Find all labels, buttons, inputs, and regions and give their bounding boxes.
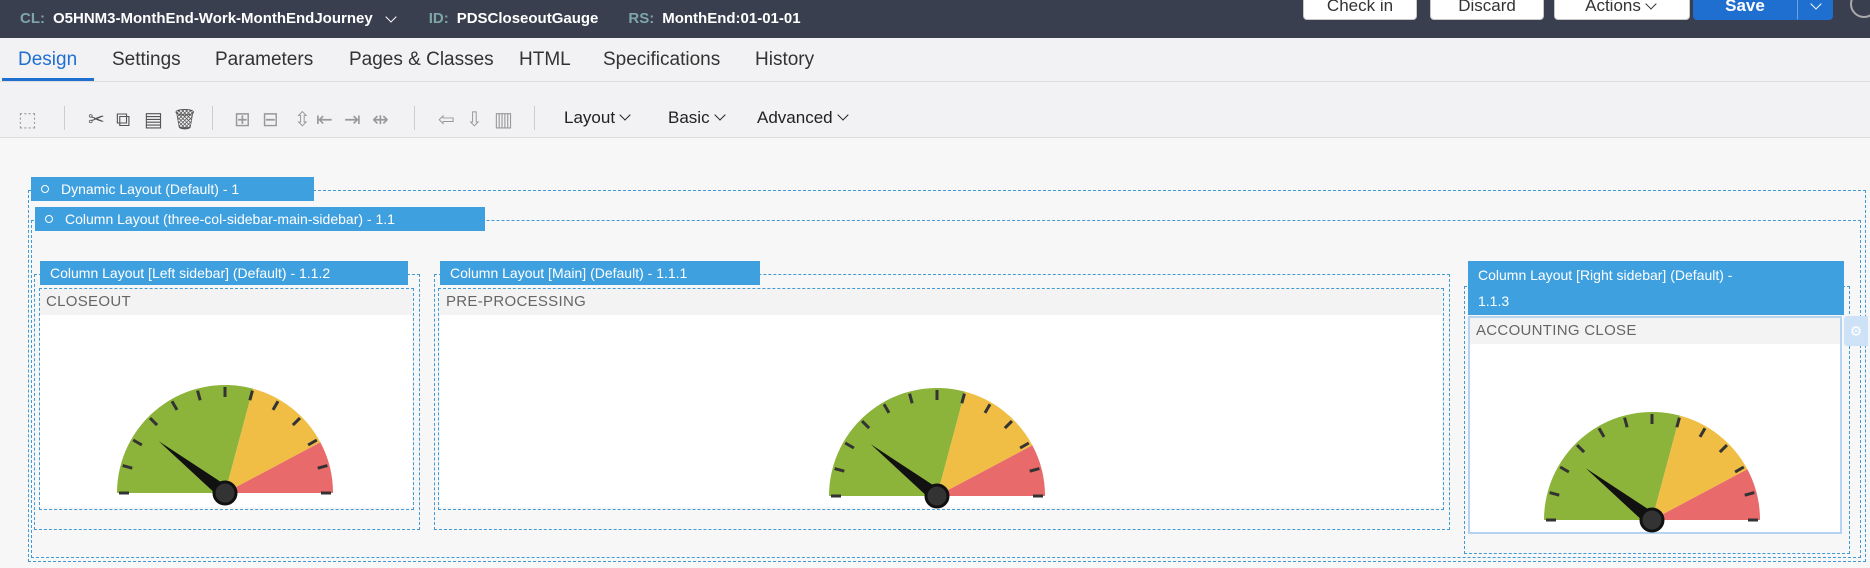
columns-icon[interactable]: ▥ — [494, 110, 513, 130]
closeout-gauge — [117, 384, 333, 506]
id-key: ID: — [428, 10, 449, 27]
tab-bar: Design Settings Parameters Pages & Class… — [0, 38, 1870, 82]
right-sidebar-label-text: Column Layout [Right sidebar] (Default) … — [1478, 267, 1733, 283]
discard-button[interactable]: Discard — [1430, 0, 1544, 20]
radio-icon — [41, 185, 49, 194]
dynamic-layout-text: Dynamic Layout (Default) - 1 — [61, 181, 240, 197]
save-options-button[interactable] — [1797, 0, 1833, 20]
chevron-down-icon — [1810, 0, 1822, 10]
tab-settings[interactable]: Settings — [112, 49, 181, 71]
tab-parameters[interactable]: Parameters — [215, 49, 313, 71]
cut-icon[interactable]: ✂ — [88, 110, 105, 130]
delete-icon[interactable]: 🗑 — [172, 110, 197, 130]
tab-pages-classes[interactable]: Pages & Classes — [349, 49, 494, 71]
chevron-down-icon — [1645, 0, 1657, 10]
tab-design[interactable]: Design — [18, 49, 77, 71]
split-icon[interactable]: ⇹ — [372, 110, 389, 130]
gauge-hub — [924, 483, 950, 509]
dynamic-layout-label[interactable]: Dynamic Layout (Default) - 1 — [31, 177, 314, 201]
toolbar: ⬚ ✂ ⧉ ▤ 🗑 ⊞ ⊟ ⇳ ⇤ ⇥ ⇹ ⇦ ⇩ ▥ Layout Basic… — [0, 82, 1870, 138]
arrow-down-icon[interactable]: ⇩ — [466, 110, 483, 130]
arrow-left-icon[interactable]: ⇦ — [438, 110, 455, 130]
gauge-hub — [212, 480, 238, 506]
header-bar: CL: O5HNM3-MonthEnd-Work-MonthEndJourney… — [0, 0, 1870, 38]
section-title: ACCOUNTING CLOSE — [1470, 318, 1840, 344]
chevron-down-icon[interactable] — [385, 10, 397, 23]
pre-processing-gauge — [829, 387, 1045, 509]
advanced-menu-label: Advanced — [757, 108, 833, 127]
section-title: PRE-PROCESSING — [440, 289, 1442, 315]
rs-value: MonthEnd:01-01-01 — [662, 10, 801, 27]
advanced-menu[interactable]: Advanced — [757, 108, 851, 128]
actions-label: Actions — [1585, 0, 1641, 15]
id-value: PDSCloseoutGauge — [456, 10, 599, 27]
left-sidebar-label[interactable]: Column Layout [Left sidebar] (Default) -… — [40, 261, 408, 285]
column-layout-label[interactable]: Column Layout (three-col-sidebar-main-si… — [35, 207, 485, 231]
column-layout-text: Column Layout (three-col-sidebar-main-si… — [65, 211, 395, 227]
actions-button[interactable]: Actions — [1554, 0, 1690, 20]
accounting-close-gauge — [1544, 411, 1760, 533]
layout-menu[interactable]: Layout — [564, 108, 633, 128]
section-title: CLOSEOUT — [40, 289, 412, 315]
layout-menu-label: Layout — [564, 108, 616, 127]
tab-specifications[interactable]: Specifications — [603, 49, 720, 71]
rule-meta: CL: O5HNM3-MonthEnd-Work-MonthEndJourney… — [20, 10, 801, 27]
toolbar-separator — [534, 106, 535, 130]
right-sidebar-label[interactable]: Column Layout [Right sidebar] (Default) … — [1468, 261, 1844, 315]
help-icon[interactable] — [1850, 0, 1870, 18]
toolbar-separator — [212, 106, 213, 130]
move-icon[interactable]: ⇳ — [294, 110, 311, 130]
insert-column-icon[interactable]: ⊟ — [262, 110, 279, 130]
copy-icon[interactable]: ⧉ — [116, 110, 130, 130]
cl-key: CL: — [20, 10, 45, 27]
basic-menu-label: Basic — [668, 108, 710, 127]
insert-row-icon[interactable]: ⊞ — [234, 110, 251, 130]
add-right-icon[interactable]: ⇥ — [344, 110, 361, 130]
section-icon[interactable]: ⬚ — [18, 110, 37, 130]
tab-history[interactable]: History — [755, 49, 814, 71]
main-column-label[interactable]: Column Layout [Main] (Default) - 1.1.1 — [440, 261, 760, 285]
chevron-down-icon — [713, 109, 726, 121]
active-tab-indicator — [2, 78, 94, 81]
chevron-down-icon — [619, 109, 631, 121]
cl-value[interactable]: O5HNM3-MonthEnd-Work-MonthEndJourney — [53, 10, 373, 27]
basic-menu[interactable]: Basic — [668, 108, 728, 128]
gear-icon[interactable]: ⚙ — [1844, 316, 1868, 346]
toolbar-separator — [64, 106, 65, 130]
radio-icon — [45, 215, 53, 224]
paste-icon[interactable]: ▤ — [144, 110, 163, 130]
add-left-icon[interactable]: ⇤ — [316, 110, 333, 130]
chevron-down-icon — [836, 109, 849, 121]
toolbar-separator — [414, 106, 415, 130]
rs-key: RS: — [628, 10, 655, 27]
tab-html[interactable]: HTML — [519, 49, 571, 71]
save-button[interactable]: Save — [1693, 0, 1797, 20]
gauge-hub — [1639, 507, 1665, 533]
right-sidebar-label-id: 1.1.3 — [1478, 293, 1510, 309]
check-in-button[interactable]: Check in — [1303, 0, 1417, 20]
